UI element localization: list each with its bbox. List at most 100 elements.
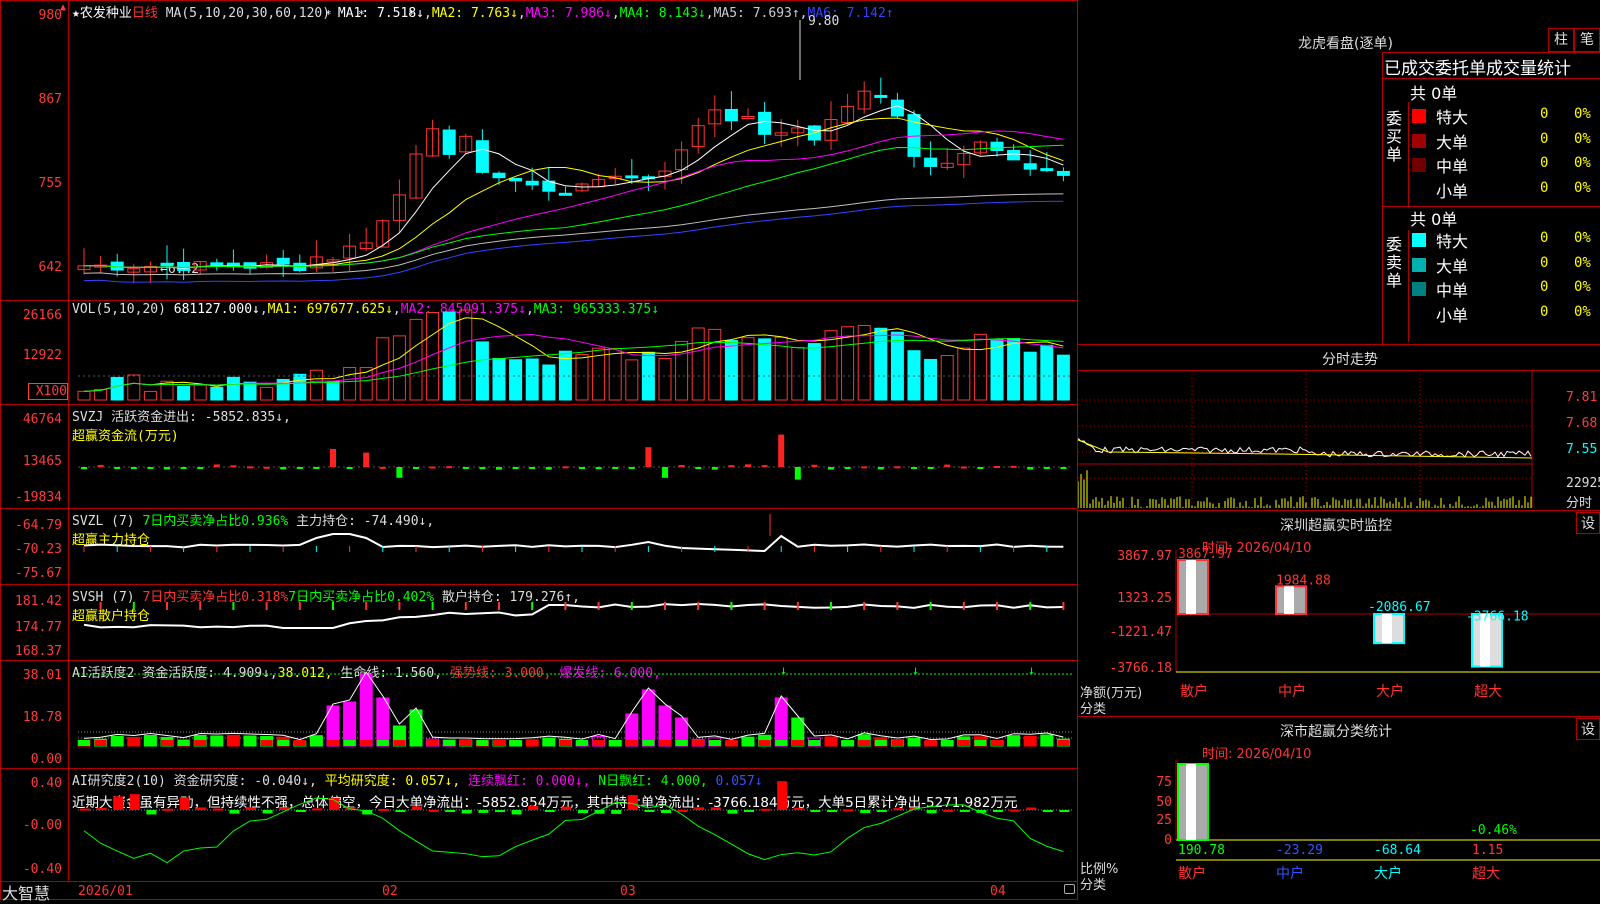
ai2-base-bar [260, 740, 273, 746]
dragon-title: 龙虎看盘(逐单) [1298, 36, 1393, 52]
svzj-bar [960, 466, 967, 469]
sell-row-label-0: 特大 [1436, 232, 1469, 251]
szm-category-label: 散户 [1180, 683, 1208, 700]
svzj-bar [761, 465, 768, 468]
svzj-bar [429, 466, 436, 469]
ai2-base-bar [244, 740, 256, 746]
aiy-bar [295, 810, 306, 812]
volume-bar [177, 385, 191, 401]
ai2-base-bar [1024, 740, 1037, 746]
volume-bar [442, 311, 456, 401]
candle-body [525, 180, 539, 186]
aiy-bar [96, 807, 107, 810]
sell-swatch-1 [1412, 257, 1426, 272]
ai2-base-bar [1057, 740, 1070, 746]
aiy-bar [760, 808, 771, 811]
aiy-bar [876, 810, 887, 812]
aiy-bar [810, 810, 821, 812]
candle-body [475, 140, 489, 173]
svzj-bar [927, 467, 934, 469]
aiy-bar [229, 810, 240, 814]
intraday-header-line [1078, 344, 1600, 345]
candle-body [177, 262, 191, 271]
volume-bar [226, 376, 240, 401]
sell-row-value-3: 0 [1540, 303, 1549, 320]
aiy-bar [262, 810, 273, 814]
ai2-line [83, 671, 1064, 741]
dragon-sub-line [1382, 78, 1600, 79]
aiy-bar [677, 809, 688, 812]
volume-bar [492, 357, 506, 401]
candlestick-chart[interactable]: * * * [0, 0, 1078, 300]
buy-swatch-3 [1412, 182, 1426, 197]
candle-body [509, 177, 523, 182]
ai2-base-bar [841, 740, 854, 746]
aiy-bar [312, 808, 323, 811]
szc-category-label: 大户 [1374, 865, 1402, 882]
ai-research-chart[interactable] [0, 768, 1078, 882]
aiy-bar [80, 808, 90, 811]
szm-bar-highlight [1382, 614, 1392, 644]
svzj-bar [628, 467, 635, 469]
sell-row-pct-1: 0% [1574, 254, 1591, 271]
svzj-chart[interactable] [0, 404, 1078, 508]
svzj-bar [413, 467, 419, 469]
date-axis-jan: 2026/01 [78, 884, 133, 899]
volume-bar [608, 347, 622, 401]
aiy-bar [1026, 807, 1037, 810]
tick-view-button[interactable]: 笔 [1574, 28, 1600, 52]
ai2-base-bar [111, 740, 124, 746]
volume-bar [791, 347, 805, 401]
volume-bar [724, 340, 738, 401]
candle-body [625, 175, 639, 179]
szm-bar-value: -2086.67 [1368, 600, 1431, 615]
ai2-base-bar [592, 740, 605, 746]
aiy-bar [843, 809, 854, 812]
svzj-bar [313, 467, 320, 469]
ai2-base-bar [874, 740, 887, 746]
ai2-base-bar [210, 740, 223, 746]
candle-body [558, 192, 572, 196]
volume-bar [708, 328, 722, 401]
intraday-chart[interactable] [1078, 370, 1600, 508]
svzj-bar [1060, 467, 1067, 470]
ai2-arrow-marker: ↓ [1028, 663, 1035, 677]
sz-monitor-chart[interactable]: 3867.97 1323.25 -1221.47 -3766.18 3867.97 散户 1… [1078, 510, 1600, 710]
volume-chart[interactable] [0, 300, 1078, 404]
intraday-axis-4: 22925 [1566, 476, 1600, 491]
ai2-arrow-marker: ↓ [912, 663, 919, 677]
volume-bar [309, 369, 323, 401]
sz-class-chart[interactable]: 75 50 25 0 -0.46% 190.78 -23.29 -68.64 1.15 散户 中户 大… [1078, 716, 1600, 900]
volume-bar [525, 358, 539, 401]
volume-bar [77, 390, 91, 401]
svzj-bar [1010, 465, 1017, 468]
bar-view-button[interactable]: 柱 [1548, 28, 1574, 52]
svzj-bar [247, 466, 253, 469]
volume-bar [658, 358, 672, 401]
intraday-title: 分时走势 [1322, 352, 1378, 368]
date-axis-apr: 04 [990, 884, 1006, 899]
svsh-chart[interactable] [0, 584, 1078, 660]
ai2-base-bar [642, 740, 655, 746]
candle-body [160, 262, 174, 267]
ai2-base-bar [675, 740, 688, 746]
aiy-bar [727, 810, 738, 814]
ai-activity-chart[interactable]: ↓ ↓ ↓ [0, 660, 1078, 768]
svzj-bar [728, 465, 735, 468]
svzj-bar [296, 467, 303, 469]
aiy-bar [146, 810, 157, 815]
svzj-bar [147, 467, 154, 469]
candle-body [924, 157, 938, 167]
volume-bar [924, 358, 938, 401]
candle-body [874, 94, 888, 98]
lock-icon[interactable] [1064, 884, 1075, 894]
svzl-chart[interactable] [0, 508, 1078, 584]
ai2-base-bar [194, 740, 207, 746]
buy-row-label-0: 特大 [1436, 108, 1469, 127]
aiy-bar [1059, 810, 1070, 812]
ai2-base-bar [576, 740, 588, 746]
aiy-bar [627, 795, 638, 810]
ai2-base-bar [459, 740, 472, 746]
ai2-base-bar [127, 740, 140, 746]
svzj-bar [844, 467, 851, 469]
